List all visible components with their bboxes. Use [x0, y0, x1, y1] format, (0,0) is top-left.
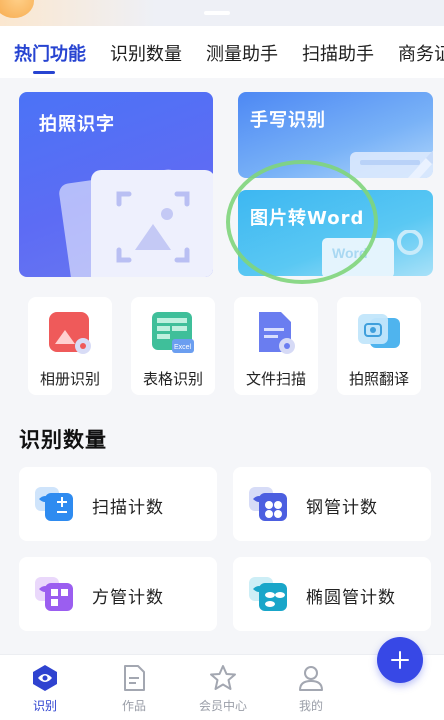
eye-icon — [31, 664, 59, 692]
brush-icon — [348, 128, 433, 178]
photo-text-card[interactable]: 拍照识字 — [19, 92, 213, 277]
nav-recognize[interactable]: 识别 — [0, 655, 90, 720]
photo-text-title: 拍照识字 — [39, 114, 115, 135]
scan-count-card[interactable]: 扫描计数 — [19, 467, 217, 541]
orange-decoration — [0, 0, 34, 18]
document-scan-label: 文件扫描 — [245, 370, 306, 388]
album-icon — [47, 310, 93, 356]
tab-recognition-count[interactable]: 识别数量 — [110, 40, 182, 66]
image-scan-icon — [91, 170, 213, 277]
tab-measure-assistant[interactable]: 测量助手 — [206, 40, 278, 66]
user-icon — [297, 664, 325, 692]
steel-pipe-icon — [249, 485, 289, 523]
excel-table-icon: Excel — [150, 310, 196, 356]
handwriting-title: 手写识别 — [250, 110, 326, 131]
top-strip — [0, 0, 444, 26]
document-scan-icon — [253, 310, 299, 356]
steel-pipe-count-card[interactable]: 钢管计数 — [233, 467, 431, 541]
nav-works-label: 作品 — [121, 699, 146, 713]
oval-pipe-icon — [249, 575, 289, 613]
highlight-circle — [226, 160, 378, 284]
nav-mine-label: 我的 — [298, 699, 323, 713]
square-pipe-count-card[interactable]: 方管计数 — [19, 557, 217, 631]
excel-icon-text: Excel — [174, 344, 192, 351]
table-recognition-tool[interactable]: Excel 表格识别 — [131, 297, 215, 395]
app-screen: 热门功能 识别数量 测量助手 扫描助手 商务证 拍照识字 手写识别 图片转Wor… — [0, 0, 444, 720]
tab-scan-assistant[interactable]: 扫描助手 — [302, 40, 374, 66]
oval-pipe-count-card[interactable]: 椭圆管计数 — [233, 557, 431, 631]
drag-handle[interactable] — [204, 11, 230, 15]
document-scan-tool[interactable]: 文件扫描 — [234, 297, 318, 395]
table-recognition-label: 表格识别 — [142, 370, 203, 388]
tab-hot-features[interactable]: 热门功能 — [14, 40, 86, 66]
square-pipe-count-label: 方管计数 — [92, 588, 164, 608]
scan-count-label: 扫描计数 — [92, 498, 164, 518]
scan-count-icon — [35, 485, 75, 523]
steel-pipe-count-label: 钢管计数 — [306, 498, 378, 518]
album-recognition-tool[interactable]: 相册识别 — [28, 297, 112, 395]
nav-works[interactable]: 作品 — [89, 655, 179, 720]
album-recognition-label: 相册识别 — [39, 370, 100, 388]
camera-translate-icon — [356, 310, 402, 356]
add-button[interactable] — [377, 637, 423, 683]
nav-member-center[interactable]: 会员中心 — [178, 655, 268, 720]
document-icon — [120, 664, 148, 692]
photo-translate-label: 拍照翻译 — [348, 370, 409, 388]
photo-translate-tool[interactable]: 拍照翻译 — [337, 297, 421, 395]
tab-business[interactable]: 商务证 — [398, 40, 444, 66]
section-title-recognition-count: 识别数量 — [19, 428, 107, 452]
nav-recognize-label: 识别 — [32, 699, 57, 713]
active-tab-indicator — [33, 71, 55, 74]
nav-member-center-label: 会员中心 — [198, 699, 247, 713]
square-pipe-icon — [35, 575, 75, 613]
oval-pipe-count-label: 椭圆管计数 — [306, 588, 396, 608]
star-icon — [209, 664, 237, 692]
category-tabs: 热门功能 识别数量 测量助手 扫描助手 商务证 — [0, 26, 444, 78]
handwriting-card[interactable]: 手写识别 — [238, 92, 433, 178]
nav-mine[interactable]: 我的 — [266, 655, 356, 720]
